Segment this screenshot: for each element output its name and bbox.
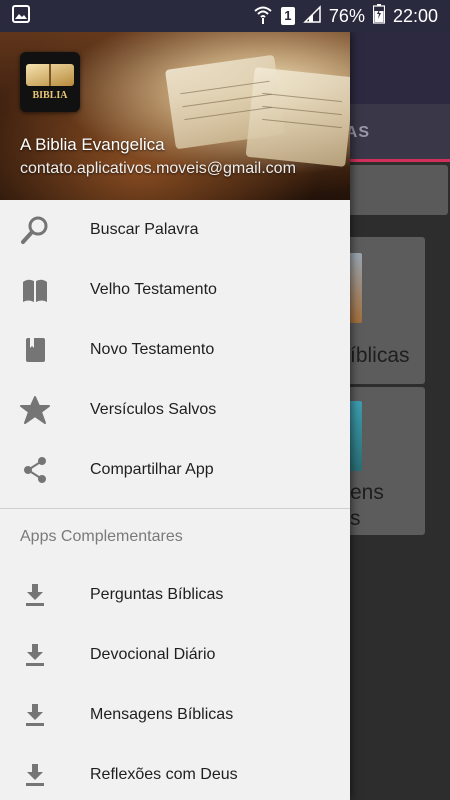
star-icon bbox=[0, 380, 70, 440]
menu-item-label: Perguntas Bíblicas bbox=[90, 586, 224, 603]
signal-icon bbox=[303, 4, 321, 28]
status-bar: 1 76% 22:00 bbox=[0, 0, 450, 32]
menu-item-label: Reflexões com Deus bbox=[90, 766, 238, 783]
drawer-header: BIBLIA A Biblia Evangelica contato.aplic… bbox=[0, 32, 350, 200]
contact-email: contato.aplicativos.moveis@gmail.com bbox=[20, 160, 296, 177]
battery-percent: 76% bbox=[328, 5, 365, 26]
gallery-notification-icon bbox=[12, 4, 30, 28]
card-text: ens bbox=[350, 481, 384, 504]
download-icon bbox=[0, 565, 70, 625]
menu-item-devocional-diario[interactable]: Devocional Diário bbox=[0, 625, 350, 685]
share-icon bbox=[0, 440, 70, 500]
bible-logo-icon bbox=[26, 64, 74, 86]
menu-item-label: Novo Testamento bbox=[90, 341, 215, 358]
menu-item-compartilhar-app[interactable]: Compartilhar App bbox=[0, 440, 350, 500]
menu-item-label: Mensagens Bíblicas bbox=[90, 706, 234, 723]
app-name: A Biblia Evangelica bbox=[20, 135, 165, 154]
download-icon bbox=[0, 685, 70, 745]
clock: 22:00 bbox=[392, 5, 438, 26]
card-thumbnail bbox=[348, 401, 362, 471]
card-text: s bbox=[350, 507, 361, 530]
logo-text: BIBLIA bbox=[32, 90, 68, 101]
wifi-icon bbox=[253, 4, 273, 29]
card-text: íblicas bbox=[350, 344, 410, 367]
search-icon bbox=[0, 200, 70, 260]
navigation-drawer: BIBLIA A Biblia Evangelica contato.aplic… bbox=[0, 32, 350, 800]
download-icon bbox=[0, 625, 70, 685]
menu-item-label: Devocional Diário bbox=[90, 646, 216, 663]
section-title-apps: Apps Complementares bbox=[20, 528, 183, 545]
app-logo: BIBLIA bbox=[20, 52, 80, 112]
card-thumbnail bbox=[348, 253, 362, 323]
menu-item-label: Compartilhar App bbox=[90, 461, 214, 478]
menu-item-label: Velho Testamento bbox=[90, 281, 217, 298]
download-icon bbox=[0, 745, 70, 800]
menu-item-reflexoes-com-deus[interactable]: Reflexões com Deus bbox=[0, 745, 350, 800]
open-book-icon bbox=[0, 260, 70, 320]
closed-book-icon bbox=[0, 320, 70, 380]
sim-number: 1 bbox=[284, 8, 292, 23]
menu-item-velho-testamento[interactable]: Velho Testamento bbox=[0, 260, 350, 320]
menu-item-mensagens-biblicas[interactable]: Mensagens Bíblicas bbox=[0, 685, 350, 745]
menu-item-versiculos-salvos[interactable]: Versículos Salvos bbox=[0, 380, 350, 440]
menu-item-buscar-palavra[interactable]: Buscar Palavra bbox=[0, 200, 350, 260]
menu-item-label: Buscar Palavra bbox=[90, 221, 199, 238]
menu-item-novo-testamento[interactable]: Novo Testamento bbox=[0, 320, 350, 380]
menu-item-perguntas-biblicas[interactable]: Perguntas Bíblicas bbox=[0, 565, 350, 625]
battery-charging-icon bbox=[372, 3, 386, 29]
menu-item-label: Versículos Salvos bbox=[90, 401, 217, 418]
drawer-menu: Buscar Palavra Velho Testamento Novo Tes… bbox=[0, 200, 350, 800]
sim-icon: 1 bbox=[280, 7, 295, 25]
